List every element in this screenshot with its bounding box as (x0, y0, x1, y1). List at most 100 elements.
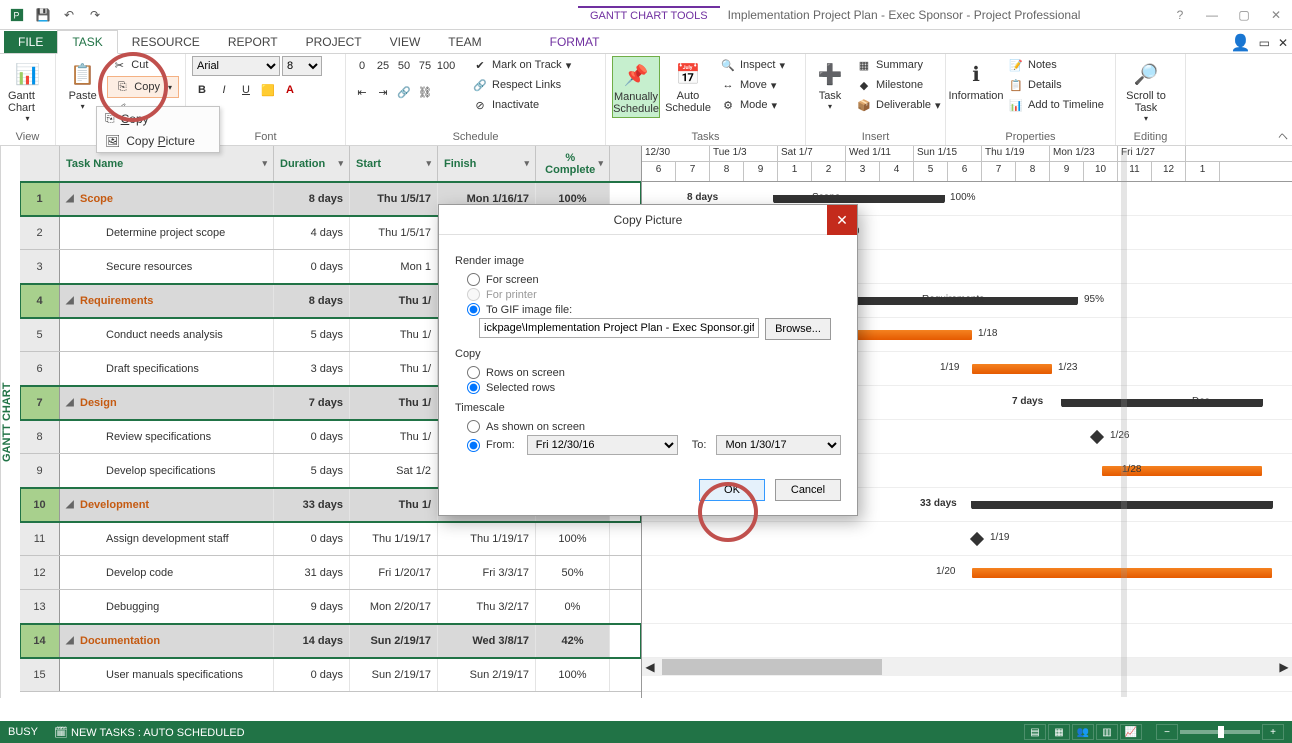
view-gantt-icon[interactable]: ▤ (1024, 724, 1046, 740)
notes-button[interactable]: 📝Notes (1004, 56, 1108, 74)
h-scroll-thumb[interactable] (662, 659, 882, 675)
cell-duration[interactable]: 9 days (274, 590, 350, 623)
radio-from[interactable]: From: Fri 12/30/16 To: Mon 1/30/17 (467, 435, 841, 455)
cell-duration[interactable]: 0 days (274, 420, 350, 453)
mode-button[interactable]: ⚙Mode ▾ (716, 96, 789, 114)
cell-duration[interactable]: 0 days (274, 250, 350, 283)
pct0-button[interactable]: 0 (352, 56, 372, 76)
copy-split-button[interactable]: ⎘Copy▾ (107, 76, 179, 98)
tab-team[interactable]: TEAM (434, 31, 495, 53)
information-button[interactable]: ℹInformation (952, 56, 1000, 104)
view-report-icon[interactable]: 📈 (1120, 724, 1142, 740)
inactivate-button[interactable]: ⊘Inactivate (468, 96, 575, 114)
cell-pct[interactable]: 100% (536, 658, 610, 691)
row-number[interactable]: 10 (20, 488, 60, 521)
gantt-chart-button[interactable]: 📊Gantt Chart▾ (6, 56, 49, 125)
milestone-marker[interactable] (970, 532, 984, 546)
milestone-button[interactable]: ◆Milestone (852, 76, 945, 94)
cell-duration[interactable]: 14 days (274, 624, 350, 657)
cell-duration[interactable]: 0 days (274, 522, 350, 555)
tab-format[interactable]: FORMAT (536, 31, 614, 53)
italic-button[interactable]: I (214, 80, 234, 100)
row-number[interactable]: 11 (20, 522, 60, 555)
undo-icon[interactable]: ↶ (60, 6, 78, 24)
close-window-icon[interactable]: ✕ (1264, 3, 1288, 27)
tab-file[interactable]: FILE (4, 31, 57, 53)
table-row[interactable]: 14◢Documentation14 daysSun 2/19/17Wed 3/… (20, 624, 641, 658)
tab-resource[interactable]: RESOURCE (118, 31, 214, 53)
dropdown-icon[interactable]: ▾ (338, 158, 343, 169)
zoom-in-icon[interactable]: + (1262, 724, 1284, 740)
zoom-slider[interactable] (1180, 730, 1260, 734)
pct50-button[interactable]: 50 (394, 56, 414, 76)
bgcolor-button[interactable]: 🟨 (258, 80, 278, 100)
table-row[interactable]: 12Develop code31 daysFri 1/20/17Fri 3/3/… (20, 556, 641, 590)
row-number[interactable]: 4 (20, 284, 60, 317)
radio-selected-rows[interactable]: Selected rows (467, 381, 841, 394)
cell-start[interactable]: Thu 1/19/17 (350, 522, 438, 555)
ok-button[interactable]: OK (699, 479, 765, 501)
view-task-icon[interactable]: ▦ (1048, 724, 1070, 740)
radio-as-shown[interactable]: As shown on screen (467, 420, 841, 433)
expander-icon[interactable]: ◢ (66, 295, 76, 306)
gif-path-input[interactable] (479, 318, 759, 338)
view-resource-icon[interactable]: ▥ (1096, 724, 1118, 740)
tab-view[interactable]: VIEW (376, 31, 435, 53)
cell-task[interactable]: ◢Requirements (60, 284, 274, 317)
cell-duration[interactable]: 5 days (274, 454, 350, 487)
save-icon[interactable]: 💾 (34, 6, 52, 24)
account-icon[interactable]: 👤 (1231, 33, 1251, 53)
row-number[interactable]: 7 (20, 386, 60, 419)
cell-task[interactable]: Conduct needs analysis (60, 318, 274, 351)
row-number[interactable]: 8 (20, 420, 60, 453)
summary-bar[interactable] (1062, 399, 1262, 407)
row-number[interactable]: 14 (20, 624, 60, 657)
cell-start[interactable]: Thu 1/ (350, 284, 438, 317)
cell-duration[interactable]: 5 days (274, 318, 350, 351)
link-button[interactable]: 🔗 (394, 82, 414, 102)
row-number[interactable]: 12 (20, 556, 60, 589)
underline-button[interactable]: U (236, 80, 256, 100)
indent-button[interactable]: ⇥ (373, 82, 393, 102)
table-row[interactable]: 15User manuals specifications0 daysSun 2… (20, 658, 641, 692)
minimize-icon[interactable]: — (1200, 3, 1224, 27)
row-number[interactable]: 2 (20, 216, 60, 249)
cell-task[interactable]: Develop specifications (60, 454, 274, 487)
cell-start[interactable]: Sun 2/19/17 (350, 624, 438, 657)
expander-icon[interactable]: ◢ (66, 397, 76, 408)
restore-icon[interactable]: ▢ (1232, 3, 1256, 27)
cell-start[interactable]: Thu 1/ (350, 352, 438, 385)
col-duration[interactable]: Duration▾ (274, 146, 350, 181)
expander-icon[interactable]: ◢ (66, 499, 76, 510)
cell-pct[interactable]: 50% (536, 556, 610, 589)
cell-pct[interactable]: 42% (536, 624, 610, 657)
copy-menu-copy-picture[interactable]: 🖼Copy Picture (97, 130, 219, 152)
table-row[interactable]: 11Assign development staff0 daysThu 1/19… (20, 522, 641, 556)
row-number[interactable]: 9 (20, 454, 60, 487)
cell-start[interactable]: Thu 1/5/17 (350, 182, 438, 215)
from-date-select[interactable]: Fri 12/30/16 (527, 435, 678, 455)
scroll-left-icon[interactable]: ◀ (642, 660, 658, 674)
insert-task-button[interactable]: ➕Task▾ (812, 56, 848, 113)
radio-to-gif[interactable]: To GIF image file: (467, 303, 841, 316)
tab-task[interactable]: TASK (57, 30, 117, 54)
cell-duration[interactable]: 4 days (274, 216, 350, 249)
cell-task[interactable]: ◢Design (60, 386, 274, 419)
copy-menu-copy[interactable]: ⎘Copy (97, 107, 219, 130)
cell-task[interactable]: Determine project scope (60, 216, 274, 249)
cell-finish[interactable]: Sun 2/19/17 (438, 658, 536, 691)
tab-report[interactable]: REPORT (214, 31, 292, 53)
scroll-right-icon[interactable]: ▶ (1276, 660, 1292, 674)
unlink-button[interactable]: ⛓ (415, 82, 435, 102)
select-all[interactable] (20, 146, 60, 181)
cell-task[interactable]: Secure resources (60, 250, 274, 283)
zoom-out-icon[interactable]: − (1156, 724, 1178, 740)
cell-start[interactable]: Fri 1/20/17 (350, 556, 438, 589)
cell-start[interactable]: Mon 1 (350, 250, 438, 283)
details-button[interactable]: 📋Details (1004, 76, 1108, 94)
cell-start[interactable]: Thu 1/5/17 (350, 216, 438, 249)
inspect-button[interactable]: 🔍Inspect ▾ (716, 56, 789, 74)
bold-button[interactable]: B (192, 80, 212, 100)
fontcolor-button[interactable]: A (280, 80, 300, 100)
outdent-button[interactable]: ⇤ (352, 82, 372, 102)
